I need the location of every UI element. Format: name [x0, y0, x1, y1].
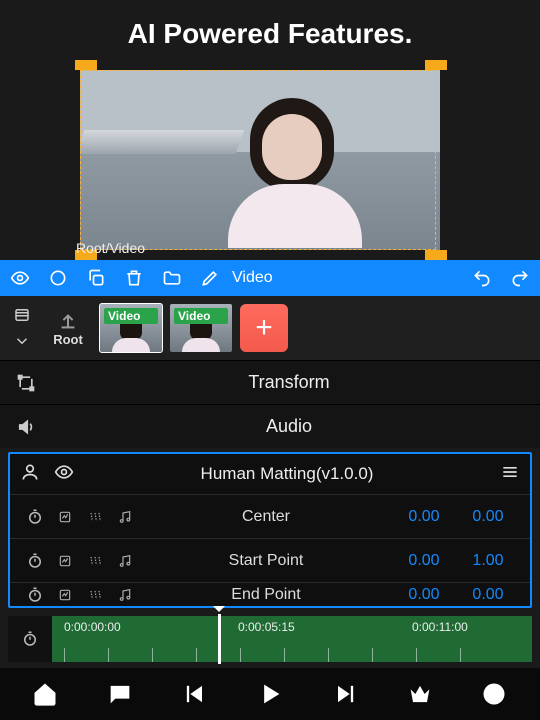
premium-icon[interactable] — [406, 680, 434, 708]
panel-toggle[interactable] — [8, 306, 36, 350]
breadcrumb: Root/Video — [76, 240, 145, 256]
property-label: Audio — [52, 416, 526, 437]
person-icon[interactable] — [20, 462, 40, 487]
track-param-row[interactable]: End Point 0.00 0.00 — [10, 582, 530, 606]
param-name: Center — [140, 508, 392, 526]
undo-icon[interactable] — [472, 268, 492, 288]
bottom-bar — [0, 668, 540, 720]
root-button[interactable]: Root — [44, 310, 92, 347]
menu-icon[interactable] — [500, 462, 520, 487]
param-value-2[interactable]: 0.00 — [456, 586, 520, 604]
circle-icon[interactable] — [48, 268, 68, 288]
delete-icon[interactable] — [124, 268, 144, 288]
next-frame-icon[interactable] — [331, 680, 359, 708]
param-name: End Point — [140, 586, 392, 604]
curve-icon[interactable] — [80, 553, 110, 569]
stopwatch-icon[interactable] — [20, 586, 50, 604]
root-label: Root — [53, 332, 83, 347]
music-icon[interactable] — [110, 587, 140, 603]
transform-icon — [14, 373, 38, 393]
timeline-tick: 0:00:05:15 — [238, 620, 295, 634]
track-panel: Human Matting(v1.0.0) Center 0.00 0.00 S… — [8, 452, 532, 608]
property-row-audio[interactable]: Audio — [0, 404, 540, 448]
property-row-transform[interactable]: Transform — [0, 360, 540, 404]
crop-handle-bottom-right[interactable] — [425, 250, 447, 260]
keyframe-icon[interactable] — [50, 509, 80, 525]
folder-icon[interactable] — [162, 268, 182, 288]
clip-label: Video — [174, 308, 228, 324]
page-headline: AI Powered Features. — [0, 0, 540, 60]
stopwatch-icon[interactable] — [20, 552, 50, 570]
action-bar-label: Video — [232, 269, 273, 287]
visibility-icon[interactable] — [54, 462, 74, 487]
param-value-1[interactable]: 0.00 — [392, 508, 456, 526]
music-icon[interactable] — [110, 553, 140, 569]
copy-icon[interactable] — [86, 268, 106, 288]
stopwatch-icon[interactable] — [20, 508, 50, 526]
preview-area[interactable]: Root/Video — [0, 60, 540, 258]
action-bar: Video — [0, 260, 540, 296]
visibility-icon[interactable] — [10, 268, 30, 288]
clip-thumbnail[interactable]: Video — [170, 304, 232, 352]
prev-frame-icon[interactable] — [181, 680, 209, 708]
curve-icon[interactable] — [80, 587, 110, 603]
redo-icon[interactable] — [510, 268, 530, 288]
keyframe-icon[interactable] — [50, 587, 80, 603]
curve-icon[interactable] — [80, 509, 110, 525]
clip-thumbnail[interactable]: Video — [100, 304, 162, 352]
crop-handle-top-left[interactable] — [75, 60, 97, 70]
music-icon[interactable] — [110, 509, 140, 525]
timeline[interactable]: 0:00:00:00 0:00:05:15 0:00:11:00 — [8, 616, 532, 662]
timeline-tick: 0:00:11:00 — [412, 620, 468, 634]
crop-handle-top-right[interactable] — [425, 60, 447, 70]
track-title: Human Matting(v1.0.0) — [88, 464, 486, 484]
add-clip-button[interactable]: + — [240, 304, 288, 352]
stopwatch-icon[interactable] — [8, 616, 52, 662]
preview-canvas[interactable] — [80, 70, 440, 250]
home-icon[interactable] — [31, 680, 59, 708]
param-value-1[interactable]: 0.00 — [392, 552, 456, 570]
param-value-2[interactable]: 1.00 — [456, 552, 520, 570]
keyframe-icon[interactable] — [50, 553, 80, 569]
track-param-row[interactable]: Start Point 0.00 1.00 — [10, 538, 530, 582]
edit-icon[interactable] — [200, 268, 220, 288]
clip-row: Root Video Video + — [0, 296, 540, 360]
clip-label: Video — [104, 308, 158, 324]
help-icon[interactable] — [480, 680, 508, 708]
audio-icon — [14, 417, 38, 437]
param-value-1[interactable]: 0.00 — [392, 586, 456, 604]
playhead[interactable] — [218, 614, 221, 664]
play-icon[interactable] — [256, 680, 284, 708]
timeline-tick: 0:00:00:00 — [64, 620, 121, 634]
track-body: Center 0.00 0.00 Start Point 0.00 1.00 E… — [10, 494, 530, 606]
track-header: Human Matting(v1.0.0) — [10, 454, 530, 494]
param-name: Start Point — [140, 552, 392, 570]
param-value-2[interactable]: 0.00 — [456, 508, 520, 526]
property-label: Transform — [52, 372, 526, 393]
track-param-row[interactable]: Center 0.00 0.00 — [10, 494, 530, 538]
comment-icon[interactable] — [106, 680, 134, 708]
